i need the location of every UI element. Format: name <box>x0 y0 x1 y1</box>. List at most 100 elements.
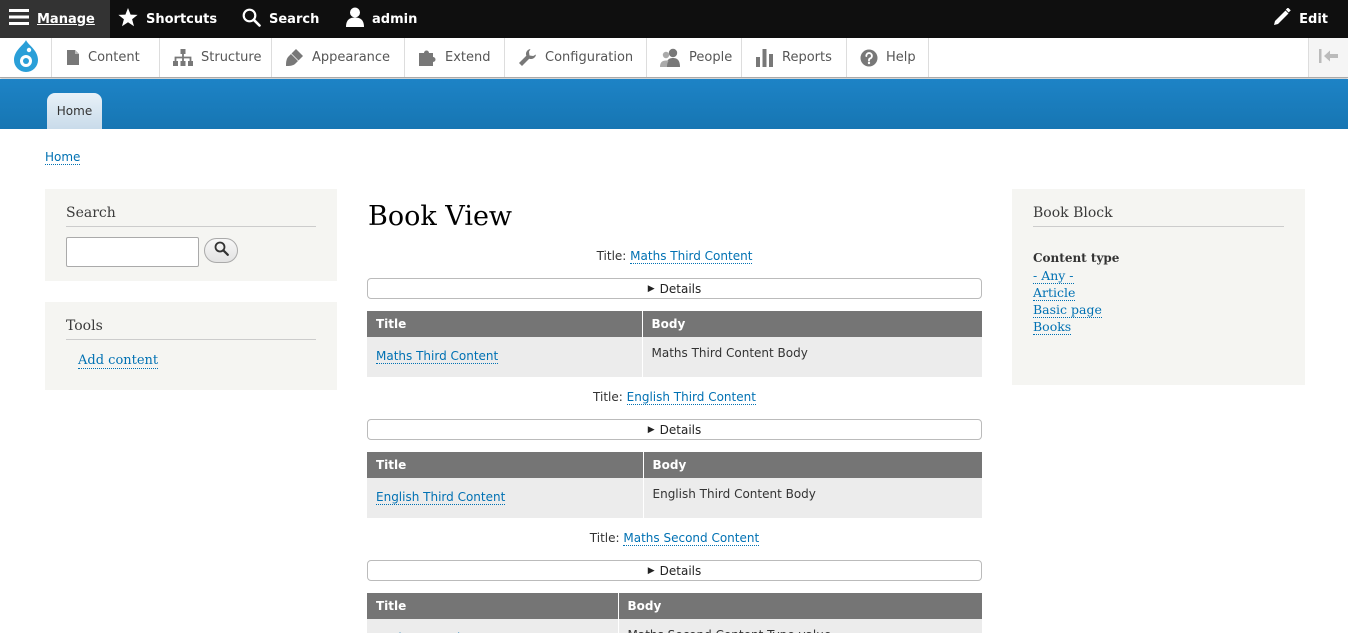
details-toggle[interactable]: ▶ Details <box>367 278 982 299</box>
table-header-row: Title Body <box>367 593 982 619</box>
column-header-body: Body <box>643 452 982 478</box>
filter-article-link[interactable]: Article <box>1033 285 1076 301</box>
pencil-icon <box>1273 7 1291 30</box>
content-table: Title Body English Third Content English… <box>367 452 982 518</box>
search-label: Search <box>269 11 320 27</box>
title-prefix: Title: <box>589 531 620 545</box>
shortcuts-label: Shortcuts <box>146 11 218 27</box>
page-title: Book View <box>368 201 513 232</box>
search-block: Search <box>45 189 337 281</box>
details-toggle[interactable]: ▶ Details <box>367 560 982 581</box>
tray-item-label: People <box>689 50 733 65</box>
add-content-link[interactable]: Add content <box>78 353 159 369</box>
user-icon <box>346 7 364 31</box>
star-icon <box>118 7 138 31</box>
tray-item-content[interactable]: Content <box>53 38 160 77</box>
tray-item-appearance[interactable]: Appearance <box>272 38 405 77</box>
drupal-drop-icon <box>11 39 41 77</box>
hamburger-icon <box>9 8 29 30</box>
drupal-logo[interactable] <box>0 38 52 77</box>
breadcrumb-home-link[interactable]: Home <box>45 150 81 165</box>
breadcrumb: Home <box>45 150 81 165</box>
triangle-right-icon: ▶ <box>647 283 655 294</box>
edit-button[interactable]: Edit <box>1273 0 1328 38</box>
tray-item-help[interactable]: Help <box>847 38 929 77</box>
title-cell: Maths Second Content <box>367 619 619 633</box>
tray-item-label: Content <box>88 50 140 65</box>
bar-chart-icon <box>755 48 774 67</box>
manage-label: Manage <box>37 11 95 27</box>
column-header-title: Title <box>367 311 643 337</box>
title-cell: Maths Third Content <box>367 337 643 377</box>
row-title-link[interactable]: Maths Second Content <box>623 531 760 546</box>
tab-home[interactable]: Home <box>47 93 102 129</box>
help-icon <box>860 49 878 67</box>
admin-tray: Content Structure Appearance Extend Conf… <box>0 38 1348 78</box>
tray-item-people[interactable]: People <box>647 38 742 77</box>
tray-item-label: Help <box>886 50 916 65</box>
table-title-link[interactable]: English Third Content <box>376 490 506 505</box>
title-prefix: Title: <box>596 249 627 263</box>
title-cell: English Third Content <box>367 478 644 518</box>
row-title-link[interactable]: Maths Third Content <box>630 249 753 264</box>
details-label: Details <box>659 563 702 578</box>
title-prefix: Title: <box>593 390 623 404</box>
column-header-title: Title <box>367 452 644 478</box>
table-title-link[interactable]: Maths Third Content <box>376 349 499 364</box>
details-label: Details <box>659 422 702 437</box>
table-header-row: Title Body <box>367 452 982 478</box>
row-title-line: Title: English Third Content <box>367 390 982 405</box>
people-icon <box>660 48 681 67</box>
body-cell: English Third Content Body <box>643 478 982 518</box>
book-block: Book Block Content type - Any - Article … <box>1012 189 1305 385</box>
search-toolbar-button[interactable]: Search <box>242 0 319 38</box>
user-menu-button[interactable]: admin <box>346 0 417 38</box>
tools-block: Tools Add content <box>45 302 337 390</box>
puzzle-icon <box>418 48 437 67</box>
search-input[interactable] <box>66 237 199 267</box>
list-item: Books <box>1033 318 1284 335</box>
content-type-label: Content type <box>1033 251 1120 265</box>
table-row: English Third Content English Third Cont… <box>367 478 982 518</box>
site-header: Home <box>0 79 1348 129</box>
triangle-right-icon: ▶ <box>647 424 655 435</box>
filter-any-link[interactable]: - Any - <box>1033 268 1074 284</box>
details-toggle[interactable]: ▶ Details <box>367 419 982 440</box>
document-icon <box>66 49 80 66</box>
tray-item-label: Reports <box>782 50 832 65</box>
sitemap-icon <box>173 49 193 66</box>
search-block-title: Search <box>66 205 316 227</box>
filter-books-link[interactable]: Books <box>1033 319 1072 335</box>
shortcuts-button[interactable]: Shortcuts <box>118 0 217 38</box>
tray-item-label: Structure <box>201 50 262 65</box>
tray-item-label: Appearance <box>312 50 391 65</box>
content-table: Title Body Maths Third Content Maths Thi… <box>367 311 982 377</box>
filter-basic-page-link[interactable]: Basic page <box>1033 302 1102 318</box>
table-row: Maths Second Content Maths Second Conten… <box>367 619 982 633</box>
edit-label: Edit <box>1299 11 1328 27</box>
row-title-line: Title: Maths Second Content <box>367 531 982 546</box>
table-row: Maths Third Content Maths Third Content … <box>367 337 982 377</box>
content-type-filter-list: - Any - Article Basic page Books <box>1033 267 1284 335</box>
search-icon <box>242 8 261 31</box>
paintbrush-icon <box>285 48 304 67</box>
list-item: Article <box>1033 284 1284 301</box>
details-label: Details <box>659 281 702 296</box>
tray-item-configuration[interactable]: Configuration <box>505 38 647 77</box>
tray-item-reports[interactable]: Reports <box>742 38 847 77</box>
body-cell: Maths Third Content Body <box>642 337 982 377</box>
book-block-title: Book Block <box>1033 205 1284 227</box>
user-label: admin <box>372 11 418 27</box>
search-submit-button[interactable] <box>204 238 238 263</box>
tray-collapse-button[interactable] <box>1308 38 1348 77</box>
tools-block-title: Tools <box>66 318 316 340</box>
search-icon <box>214 241 229 260</box>
row-title-link[interactable]: English Third Content <box>626 390 756 405</box>
list-item: Basic page <box>1033 301 1284 318</box>
tray-item-extend[interactable]: Extend <box>405 38 505 77</box>
column-header-body: Body <box>618 593 982 619</box>
manage-button[interactable]: Manage <box>0 0 110 38</box>
column-header-body: Body <box>642 311 982 337</box>
collapse-left-icon <box>1318 48 1339 67</box>
tray-item-structure[interactable]: Structure <box>160 38 272 77</box>
